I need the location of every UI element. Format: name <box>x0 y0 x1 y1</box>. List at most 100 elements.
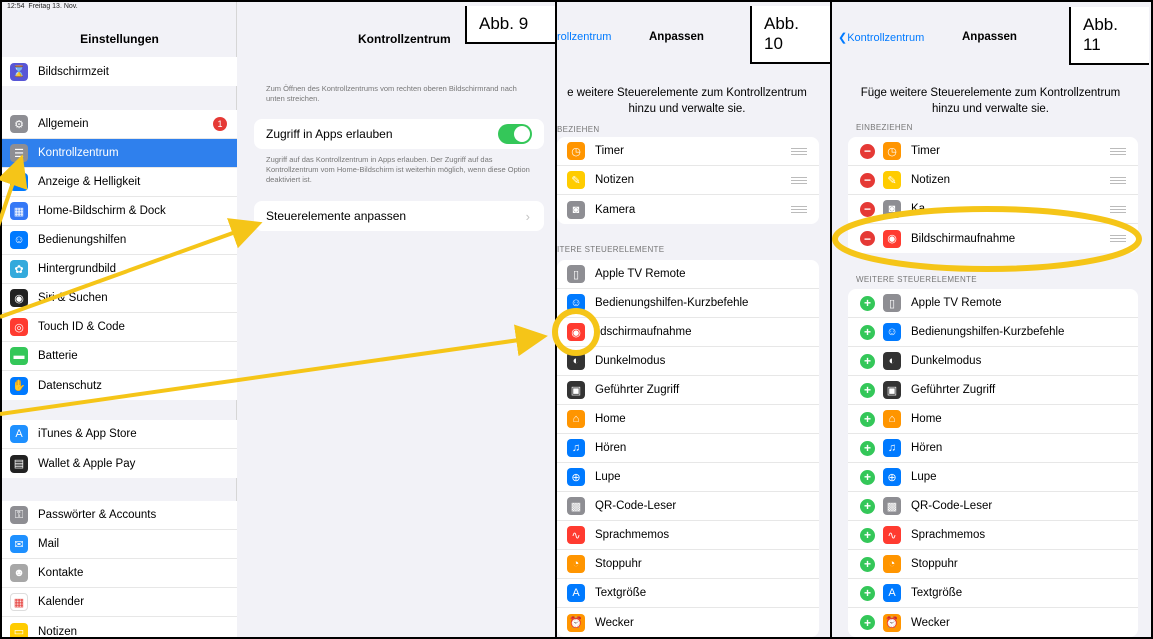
sidebar-item[interactable]: AiTunes & App Store <box>2 420 237 449</box>
text-size-icon: A <box>10 173 28 191</box>
row-label: Notizen <box>38 625 77 638</box>
row-label: Sprachmemos <box>595 529 670 541</box>
sidebar-item[interactable]: ⌛ Bildschirmzeit <box>2 57 237 86</box>
add-icon[interactable]: + <box>860 469 875 485</box>
control-row[interactable]: − ◷ Timer <box>848 137 1138 166</box>
row-label: Geführter Zugriff <box>595 384 680 396</box>
control-row[interactable]: + ▣ Geführter Zugriff <box>848 376 1138 405</box>
row-label: Kontrollzentrum <box>38 147 119 159</box>
control-row[interactable]: + ▩ QR-Code-Leser <box>848 492 1138 521</box>
add-icon[interactable]: + <box>860 585 875 601</box>
add-icon[interactable]: + <box>860 324 875 340</box>
control-row[interactable]: + ◔ Stoppuhr <box>848 550 1138 579</box>
row-label: Mail <box>38 538 60 550</box>
grid-icon: ▦ <box>10 202 28 220</box>
sidebar-item[interactable]: ▦ Home-Bildschirm & Dock <box>2 197 237 226</box>
notification-badge: 1 <box>213 117 227 131</box>
control-row[interactable]: + ⏰ Wecker <box>848 608 1138 637</box>
sidebar-item[interactable]: ✿ Hintergrundbild <box>2 255 237 284</box>
remove-icon[interactable]: − <box>860 143 875 159</box>
sidebar-item[interactable]: A Anzeige & Helligkeit <box>2 168 237 197</box>
reorder-handle-icon[interactable] <box>1110 205 1126 213</box>
add-icon[interactable]: + <box>860 498 875 514</box>
allow-in-apps-row[interactable]: Zugriff in Apps erlauben <box>254 119 544 149</box>
sidebar-item[interactable]: ▭ Notizen <box>2 617 237 638</box>
control-row[interactable]: ✎ Notizen <box>557 166 819 195</box>
control-row[interactable]: A Textgröße <box>557 579 819 608</box>
customize-controls-row[interactable]: Steuerelemente anpassen › <box>254 201 544 231</box>
accessibility-icon: ☺ <box>567 294 585 312</box>
sidebar-item[interactable]: ☰ Kontrollzentrum <box>2 139 237 168</box>
row-label: Kalender <box>38 596 85 608</box>
row-label: Hören <box>911 442 943 454</box>
sidebar-item[interactable]: ⚙ Allgemein 1 <box>2 110 237 139</box>
add-icon[interactable]: + <box>860 411 875 427</box>
control-row[interactable]: ▣ Geführter Zugriff <box>557 376 819 405</box>
remove-icon[interactable]: − <box>860 231 875 246</box>
reorder-handle-icon[interactable] <box>791 206 807 213</box>
sidebar-item[interactable]: ⚿ Passwörter & Accounts <box>2 501 237 530</box>
reorder-handle-icon[interactable] <box>1110 147 1126 155</box>
notes-icon: ✎ <box>883 171 901 189</box>
control-row[interactable]: − ✎ Notizen <box>848 166 1138 195</box>
sidebar-item[interactable]: ☺ Bedienungshilfen <box>2 226 237 255</box>
control-row[interactable]: ▯ Apple TV Remote <box>557 260 819 289</box>
control-row[interactable]: ◷ Timer <box>557 137 819 166</box>
reorder-handle-icon[interactable] <box>791 147 807 155</box>
sidebar-item[interactable]: ◎ Touch ID & Code <box>2 313 237 342</box>
control-row[interactable]: + A Textgröße <box>848 579 1138 608</box>
sidebar-item[interactable]: ▤ Wallet & Apple Pay <box>2 449 237 478</box>
row-label: Home <box>595 413 626 425</box>
add-icon[interactable]: + <box>860 382 875 398</box>
control-row[interactable]: ◐ Dunkelmodus <box>557 347 819 376</box>
sidebar-item[interactable]: ✋ Datenschutz <box>2 371 237 400</box>
remove-icon[interactable]: − <box>860 201 875 217</box>
control-row[interactable]: ◙ Kamera <box>557 195 819 224</box>
control-row[interactable]: ⏰ Wecker <box>557 608 819 637</box>
remove-icon[interactable]: − <box>860 172 875 188</box>
row-label: Stoppuhr <box>595 558 642 570</box>
allow-in-apps-toggle[interactable] <box>498 124 532 144</box>
home-icon: ⌂ <box>567 410 585 428</box>
sidebar-item[interactable]: ▬ Batterie <box>2 342 237 371</box>
back-button[interactable]: rollzentrum <box>557 31 611 43</box>
back-button[interactable]: ❮Kontrollzentrum <box>838 31 924 44</box>
control-row[interactable]: + ⌂ Home <box>848 405 1138 434</box>
sidebar-item[interactable]: ▦ Kalender <box>2 588 237 617</box>
control-row[interactable]: ◉ ildschirmaufnahme <box>557 318 819 347</box>
qr-icon: ▩ <box>567 497 585 515</box>
add-icon[interactable]: + <box>860 527 875 543</box>
control-row[interactable]: ☺ Bedienungshilfen-Kurzbefehle <box>557 289 819 318</box>
control-row[interactable]: ▩ QR-Code-Leser <box>557 492 819 521</box>
control-row[interactable]: ∿ Sprachmemos <box>557 521 819 550</box>
add-icon[interactable]: + <box>860 353 875 369</box>
control-row[interactable]: − ◙ Ka <box>848 195 1138 224</box>
section-more-header: ITERE STEUERELEMENTE <box>557 245 665 254</box>
add-icon[interactable]: + <box>860 556 875 572</box>
wallet-icon: ▤ <box>10 454 28 473</box>
control-row[interactable]: + ☺ Bedienungshilfen-Kurzbefehle <box>848 318 1138 347</box>
control-row[interactable]: + ∿ Sprachmemos <box>848 521 1138 550</box>
control-row[interactable]: ♫ Hören <box>557 434 819 463</box>
control-row[interactable]: + ⊕ Lupe <box>848 463 1138 492</box>
reorder-handle-icon[interactable] <box>1110 176 1126 184</box>
sidebar-item[interactable]: ✉ Mail <box>2 530 237 559</box>
reorder-handle-icon[interactable] <box>791 176 807 184</box>
control-row[interactable]: ⌂ Home <box>557 405 819 434</box>
control-row[interactable]: − ◉ Bildschirmaufnahme <box>848 224 1138 253</box>
control-row[interactable]: + ◐ Dunkelmodus <box>848 347 1138 376</box>
intro-text: Füge weitere Steuerelemente zum Kontroll… <box>860 87 1121 115</box>
sidebar-item[interactable]: ◉ Siri & Suchen <box>2 284 237 313</box>
control-row[interactable]: ◔ Stoppuhr <box>557 550 819 579</box>
chevron-left-icon: ❮ <box>838 32 848 44</box>
control-row[interactable]: ⊕ Lupe <box>557 463 819 492</box>
reorder-handle-icon[interactable] <box>1110 235 1126 242</box>
add-icon[interactable]: + <box>860 615 875 630</box>
control-row[interactable]: + ▯ Apple TV Remote <box>848 289 1138 318</box>
control-row[interactable]: + ♫ Hören <box>848 434 1138 463</box>
battery-icon: ▬ <box>10 347 28 365</box>
add-icon[interactable]: + <box>860 295 875 311</box>
row-label: Dunkelmodus <box>595 355 666 367</box>
sidebar-item[interactable]: ☻ Kontakte <box>2 559 237 588</box>
add-icon[interactable]: + <box>860 440 875 456</box>
